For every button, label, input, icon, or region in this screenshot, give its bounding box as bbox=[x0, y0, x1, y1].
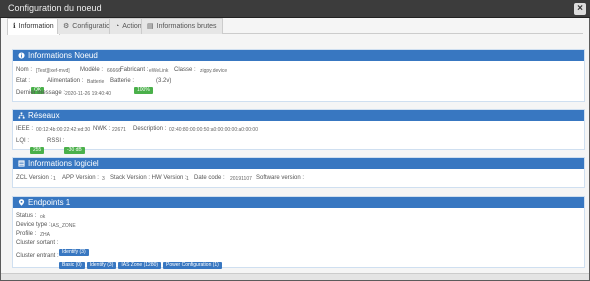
tab-information-label: Information bbox=[18, 23, 54, 30]
panel-header: Endpoints 1 bbox=[13, 197, 584, 208]
tab-informations-brutes-label: Informations brutes bbox=[156, 23, 217, 30]
batterie-badge: 100% bbox=[134, 87, 153, 94]
tab-informations-brutes[interactable]: ▤ Informations brutes bbox=[141, 18, 223, 34]
status-label: Status : bbox=[16, 213, 37, 219]
list-icon bbox=[18, 160, 25, 167]
batterie-label: Batterie : bbox=[110, 78, 135, 84]
cluster-entrant-label: Cluster entrant : bbox=[16, 253, 59, 259]
close-button[interactable]: × bbox=[574, 3, 586, 15]
rssi-badge: -30 dB bbox=[64, 147, 85, 154]
modele-label: Modèle : bbox=[80, 67, 104, 73]
batterie-container: 100% bbox=[134, 78, 153, 96]
dashboard-icon: ◔ bbox=[115, 23, 120, 30]
alimentation-label: Alimentation : bbox=[47, 78, 84, 84]
panel-informations-noeud: Informations Noeud Nom : [Test][ixef-mvd… bbox=[12, 49, 585, 102]
dernier-message-label: Dernier message : bbox=[16, 90, 66, 96]
batterie-voltage: (3.2v) bbox=[156, 78, 172, 84]
nom-label: Nom : bbox=[16, 67, 33, 73]
zcl-version-value: 1 bbox=[53, 176, 56, 182]
description-value: 02:40:80:00:00:50:a0:00:00:00:a0:00:00 bbox=[169, 127, 258, 133]
ieee-label: IEEE : bbox=[16, 126, 34, 132]
software-version-label: Software version : bbox=[256, 175, 305, 181]
dialog-window: Configuration du noeud × ℹ Information ⚙ C… bbox=[0, 0, 590, 281]
tab-information[interactable]: ℹ Information bbox=[7, 18, 60, 35]
profile-value: ZHA bbox=[40, 232, 50, 238]
dialog-titlebar: Configuration du noeud × bbox=[0, 0, 590, 18]
date-code-label: Date code : bbox=[194, 175, 225, 181]
cluster-entrant-badge: Power Configuration (1) bbox=[163, 262, 222, 269]
lqi-label: LQI : bbox=[16, 138, 30, 144]
profile-label: Profile : bbox=[16, 231, 37, 237]
cluster-entrant-badge: Basic (0) bbox=[59, 262, 85, 269]
tab-configuration-label: Configuration bbox=[72, 23, 114, 30]
dernier-message-value: 2020-11-26 19:40:40 bbox=[65, 91, 112, 97]
panel-title: Informations Noeud bbox=[28, 51, 98, 60]
app-version-value: 3 bbox=[102, 176, 105, 182]
alimentation-value: Batterie bbox=[87, 79, 105, 85]
modele-value: 66666 bbox=[107, 68, 121, 74]
device-type-value: IAS_ZONE bbox=[51, 223, 76, 229]
classe-value: zigpy.device bbox=[200, 68, 228, 74]
panel-informations-logiciel: Informations logiciel ZCL Version : 1 AP… bbox=[12, 157, 585, 188]
cluster-entrant-badge: IAS Zone (1280) bbox=[118, 262, 162, 269]
cluster-entrant-badge: Identify (3) bbox=[86, 262, 117, 269]
panel-title: Endpoints 1 bbox=[28, 198, 71, 207]
status-value: ok bbox=[40, 214, 46, 220]
cluster-entrant-list: Basic (0) Identify (3) IAS Zone (1280) Powe… bbox=[59, 253, 224, 271]
nwk-value: 22671 bbox=[112, 127, 126, 133]
description-label: Description : bbox=[133, 126, 167, 132]
panel-header: Réseaux bbox=[13, 110, 584, 121]
lqi-badge: 255 bbox=[30, 147, 45, 154]
classe-label: Classe : bbox=[174, 67, 196, 73]
cluster-sortant-label: Cluster sortant : bbox=[16, 240, 59, 246]
etat-label: Etat : bbox=[16, 78, 31, 84]
network-icon bbox=[18, 112, 25, 119]
tab-bar: ℹ Information ⚙ Configuration ◔ Action ▤ Inf… bbox=[7, 18, 583, 35]
stack-hw-version-label: Stack Version : HW Version : bbox=[110, 175, 187, 181]
zcl-version-label: ZCL Version : bbox=[16, 175, 53, 181]
dialog-content: ℹ Information ⚙ Configuration ◔ Action ▤ Inf… bbox=[1, 18, 589, 280]
fabricant-label: Fabricant : bbox=[120, 67, 149, 73]
fabricant-value: eWeLink bbox=[149, 68, 169, 74]
table-icon: ▤ bbox=[147, 23, 154, 30]
panel-header: Informations Noeud bbox=[13, 50, 584, 61]
info-icon: ℹ bbox=[13, 23, 16, 30]
panel-title: Informations logiciel bbox=[28, 159, 99, 168]
date-code-value: 20191107 bbox=[230, 176, 252, 182]
nom-value: [Test][ixef-mvd] bbox=[36, 68, 70, 74]
nwk-label: NWK : bbox=[93, 126, 111, 132]
panel-title: Réseaux bbox=[28, 111, 60, 120]
info-circle-icon bbox=[18, 52, 25, 59]
gear-icon: ⚙ bbox=[63, 23, 70, 30]
device-type-label: Device type : bbox=[16, 222, 51, 228]
ieee-value: 00:12:4b:00:22:42:ed:30 bbox=[36, 127, 91, 133]
map-marker-icon bbox=[18, 199, 25, 206]
stack-hw-version-value: 1 bbox=[186, 176, 189, 182]
tab-action-label: Action bbox=[122, 23, 142, 30]
rssi-label: RSSI : bbox=[47, 138, 65, 144]
panel-header: Informations logiciel bbox=[13, 158, 584, 169]
panel-reseaux: Réseaux IEEE : 00:12:4b:00:22:42:ed:30 N… bbox=[12, 109, 585, 154]
rssi-container: -30 dB bbox=[64, 138, 85, 156]
dialog-footer bbox=[1, 273, 589, 280]
panel-endpoints: Endpoints 1 Status : ok Device type : IA… bbox=[12, 196, 585, 271]
app-version-label: APP Version : bbox=[62, 175, 99, 181]
dialog-title: Configuration du noeud bbox=[8, 3, 102, 13]
lqi-container: 255 bbox=[30, 138, 45, 156]
